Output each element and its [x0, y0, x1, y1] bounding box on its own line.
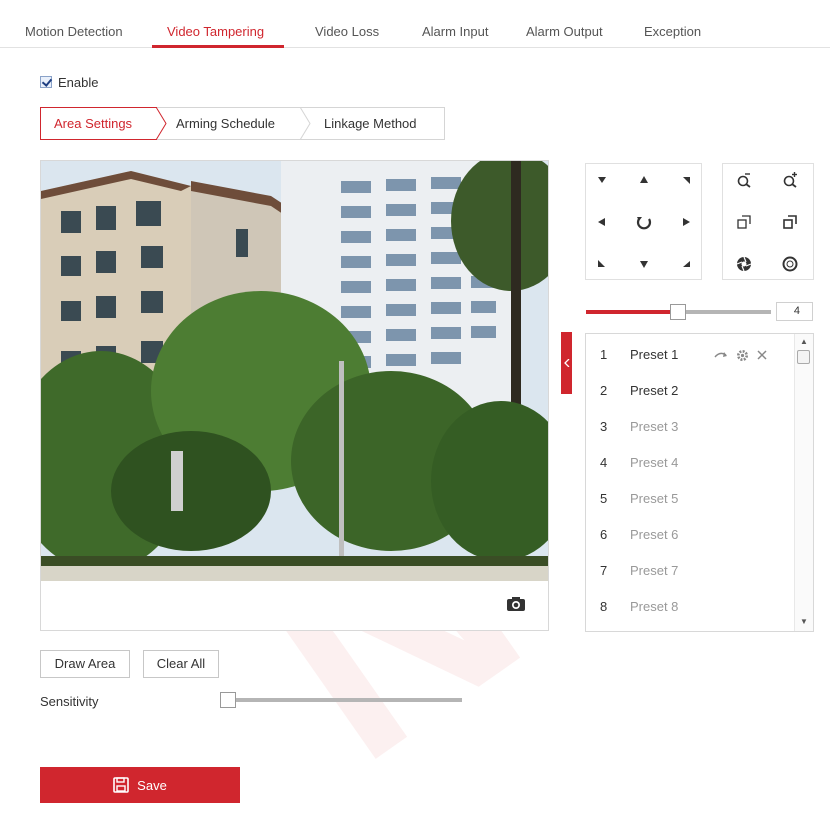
scroll-thumb[interactable] [797, 350, 810, 364]
arrow-down-icon[interactable] [629, 249, 659, 279]
sub-tab-linkage-method[interactable]: Linkage Method [324, 116, 417, 131]
tab-alarm-input[interactable]: Alarm Input [422, 24, 488, 39]
panel-collapse-handle[interactable] [561, 332, 572, 394]
preset-number: 5 [600, 491, 608, 506]
preset-name: Preset 8 [630, 599, 679, 614]
auto-scan-icon[interactable] [629, 207, 659, 237]
arrow-down-left-icon[interactable] [587, 249, 617, 279]
ptz-speed-track-filled [586, 310, 672, 314]
preset-name: Preset 7 [630, 563, 679, 578]
ptz-speed-track[interactable] [686, 310, 771, 314]
preset-number: 8 [600, 599, 608, 614]
enable-row: Enable [40, 74, 98, 90]
sub-tab-arrow-2 [299, 107, 311, 140]
list-item[interactable]: 4 Preset 4 [586, 445, 796, 481]
video-scene [41, 161, 548, 581]
arrow-right-icon[interactable] [671, 207, 701, 237]
scroll-up-arrow-icon[interactable]: ▲ [795, 334, 813, 350]
arrow-left-icon[interactable] [587, 207, 617, 237]
preset-name: Preset 1 [630, 347, 679, 362]
enable-checkbox[interactable] [40, 76, 52, 88]
focus-far-icon[interactable] [775, 207, 805, 237]
preset-number: 3 [600, 419, 608, 434]
list-item[interactable]: 1 Preset 1 [586, 337, 796, 373]
sensitivity-track[interactable] [236, 698, 462, 702]
zoom-out-icon[interactable] [729, 165, 759, 195]
sub-tab-arming-schedule[interactable]: Arming Schedule [176, 116, 275, 131]
list-item[interactable]: 7 Preset 7 [586, 553, 796, 589]
tab-exception[interactable]: Exception [644, 24, 701, 39]
iris-open-icon[interactable] [775, 249, 805, 279]
list-item[interactable]: 5 Preset 5 [586, 481, 796, 517]
gear-icon[interactable] [736, 349, 749, 362]
arrow-up-left-icon[interactable] [587, 165, 617, 195]
preset-list-scrollbar[interactable]: ▲ ▼ [794, 334, 813, 631]
scroll-down-arrow-icon[interactable]: ▼ [795, 614, 813, 630]
top-tab-bar: Motion Detection Video Tampering Video L… [0, 0, 830, 48]
ptz-speed-slider-thumb[interactable] [670, 304, 686, 320]
close-icon[interactable] [757, 350, 767, 360]
tab-video-loss[interactable]: Video Loss [315, 24, 379, 39]
preset-number: 4 [600, 455, 608, 470]
tab-video-tampering[interactable]: Video Tampering [167, 24, 264, 39]
video-panel [40, 160, 549, 631]
save-button[interactable]: Save [40, 767, 240, 803]
sub-tab-area-settings[interactable]: Area Settings [54, 116, 132, 131]
preset-name: Preset 4 [630, 455, 679, 470]
enable-label: Enable [58, 74, 99, 90]
list-item[interactable]: 6 Preset 6 [586, 517, 796, 553]
zoom-in-icon[interactable] [775, 165, 805, 195]
ptz-lens-controls [722, 163, 814, 280]
preset-number: 6 [600, 527, 608, 542]
tab-motion-detection[interactable]: Motion Detection [25, 24, 123, 39]
preset-number: 7 [600, 563, 608, 578]
draw-area-button[interactable]: Draw Area [40, 650, 130, 678]
list-item[interactable]: 2 Preset 2 [586, 373, 796, 409]
arrow-up-icon[interactable] [629, 165, 659, 195]
snapshot-camera-icon[interactable] [506, 596, 526, 612]
preset-number: 2 [600, 383, 608, 398]
sensitivity-slider-thumb[interactable] [220, 692, 236, 708]
active-tab-underline [152, 45, 284, 48]
list-item[interactable]: 8 Preset 8 [586, 589, 796, 625]
live-video-view[interactable] [41, 161, 548, 581]
arrow-down-right-icon[interactable] [671, 249, 701, 279]
focus-near-icon[interactable] [729, 207, 759, 237]
chevron-left-icon [563, 359, 569, 367]
arrow-up-right-icon[interactable] [671, 165, 701, 195]
save-label: Save [137, 777, 167, 793]
list-item[interactable]: 3 Preset 3 [586, 409, 796, 445]
sub-tab-arrow-1 [152, 107, 167, 140]
preset-actions [714, 337, 767, 373]
tab-alarm-output[interactable]: Alarm Output [526, 24, 603, 39]
save-icon [113, 777, 129, 793]
ptz-direction-pad [585, 163, 702, 280]
call-preset-icon[interactable] [714, 350, 728, 360]
sensitivity-label: Sensitivity [40, 694, 99, 709]
preset-name: Preset 3 [630, 419, 679, 434]
ptz-speed-value: 4 [776, 302, 813, 321]
clear-all-button[interactable]: Clear All [143, 650, 219, 678]
preset-name: Preset 5 [630, 491, 679, 506]
iris-close-icon[interactable] [729, 249, 759, 279]
preset-name: Preset 6 [630, 527, 679, 542]
preset-number: 1 [600, 347, 608, 362]
preset-name: Preset 2 [630, 383, 679, 398]
preset-list: 1 Preset 1 2 Preset 2 3 Preset 3 4 Prese… [585, 333, 814, 632]
